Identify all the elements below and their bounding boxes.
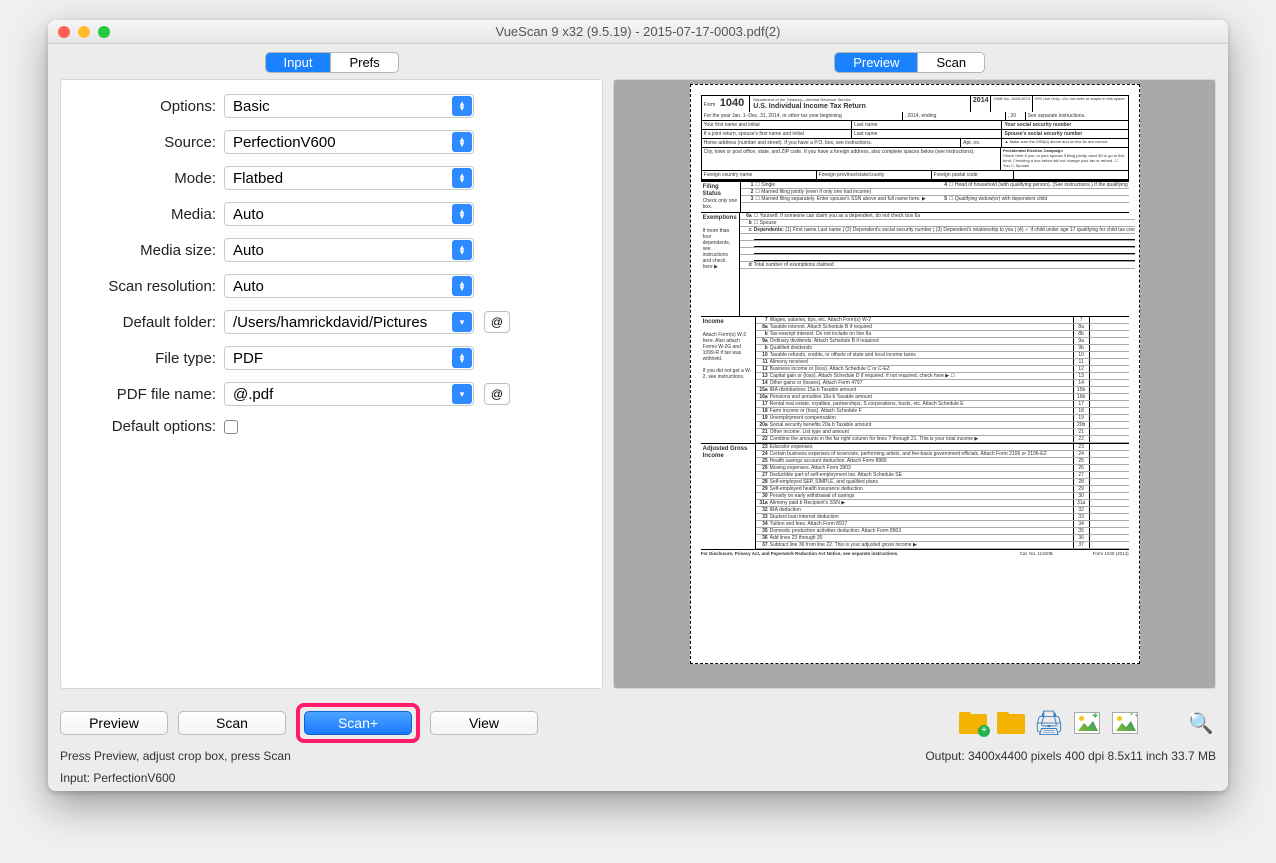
- form-line: 15aIRA distributions 15a b Taxable amoun…: [756, 387, 1129, 394]
- chevron-updown-icon: ▴▾: [452, 348, 472, 368]
- select-source[interactable]: PerfectionV600 ▴▾: [224, 130, 474, 154]
- form-line: 22Combine the amounts in the far right c…: [756, 436, 1129, 443]
- select-media[interactable]: Auto ▴▾: [224, 202, 474, 226]
- form-line: 31aAlimony paid b Recipient's SSN ▶31a: [756, 500, 1129, 507]
- select-file-type[interactable]: PDF ▴▾: [224, 346, 474, 370]
- preview-panel: Form 1040 Department of the Treasury—Int…: [613, 79, 1216, 689]
- app-window: VueScan 9 x32 (9.5.19) - 2015-07-17-0003…: [48, 20, 1228, 791]
- label-options: Options:: [69, 98, 224, 115]
- form-line: 19Unemployment compensation19: [756, 415, 1129, 422]
- form-line: 20aSocial security benefits 20a b Taxabl…: [756, 422, 1129, 429]
- tab-scan[interactable]: Scan: [918, 53, 984, 72]
- status-bar: Press Preview, adjust crop box, press Sc…: [48, 747, 1228, 769]
- form-line: 24Certain business expenses of reservist…: [756, 451, 1129, 458]
- label-file-type: File type:: [69, 350, 224, 367]
- form-line: 34Tuition and fees. Attach Form 891734: [756, 521, 1129, 528]
- label-scan-resolution: Scan resolution:: [69, 278, 224, 295]
- status-output: Output: 3400x4400 pixels 400 dpi 8.5x11 …: [925, 749, 1216, 763]
- browse-folder-button[interactable]: @: [484, 311, 510, 333]
- scan-plus-button[interactable]: Scan+: [304, 711, 412, 735]
- label-mode: Mode:: [69, 170, 224, 187]
- form-line: 27Deductible part of self-employment tax…: [756, 472, 1129, 479]
- form-line: 9aOrdinary dividends. Attach Schedule B …: [756, 338, 1129, 345]
- form-line: 36Add lines 23 through 3536: [756, 535, 1129, 542]
- rotate-right-icon[interactable]: ↷: [1110, 710, 1140, 736]
- right-panel-tabs: Preview Scan: [834, 52, 985, 73]
- tab-prefs[interactable]: Prefs: [331, 53, 397, 72]
- form-line: 35Domestic production activities deducti…: [756, 528, 1129, 535]
- form-line: bQualified dividends9b: [756, 345, 1129, 352]
- status-input: Input: PerfectionV600: [48, 769, 1228, 791]
- input-default-folder[interactable]: /Users/hamrickdavid/Pictures ▾: [224, 310, 474, 334]
- tutorial-highlight: Scan+: [296, 703, 420, 743]
- label-pdf-file-name: PDF file name:: [69, 386, 224, 403]
- filename-template-button[interactable]: @: [484, 383, 510, 405]
- form-line: 18Farm income or (loss). Attach Schedule…: [756, 408, 1129, 415]
- form-line: 12Business income or (loss). Attach Sche…: [756, 366, 1129, 373]
- scanned-page-preview: Form 1040 Department of the Treasury—Int…: [695, 89, 1135, 659]
- new-folder-icon[interactable]: +: [958, 710, 988, 736]
- form-line: 32IRA deduction32: [756, 507, 1129, 514]
- input-pdf-file-name[interactable]: @.pdf ▾: [224, 382, 474, 406]
- form-line: 30Penalty on early withdrawal of savings…: [756, 493, 1129, 500]
- form-line: 33Student loan interest deduction33: [756, 514, 1129, 521]
- select-options[interactable]: Basic ▴▾: [224, 94, 474, 118]
- label-default-options: Default options:: [69, 418, 224, 435]
- preview-button[interactable]: Preview: [60, 711, 168, 735]
- chevron-down-icon: ▾: [452, 312, 472, 332]
- form-line: 28Self-employed SEP, SIMPLE, and qualifi…: [756, 479, 1129, 486]
- chevron-down-icon: ▾: [452, 384, 472, 404]
- checkbox-default-options[interactable]: [224, 420, 238, 434]
- form-line: 8aTaxable interest. Attach Schedule B if…: [756, 324, 1129, 331]
- bottom-toolbar: Preview Scan Scan+ View + 🖨 ↶ ↷ 🔍: [48, 697, 1228, 747]
- tab-row: Input Prefs Preview Scan: [48, 44, 1228, 79]
- form-line: 21Other income. List type and amount21: [756, 429, 1129, 436]
- form-line: bTax-exempt interest. Do not include on …: [756, 331, 1129, 338]
- tab-input[interactable]: Input: [266, 53, 332, 72]
- titlebar: VueScan 9 x32 (9.5.19) - 2015-07-17-0003…: [48, 20, 1228, 44]
- options-panel: Options: Basic ▴▾ Source: PerfectionV600…: [60, 79, 603, 689]
- zoom-in-icon[interactable]: 🔍: [1186, 710, 1216, 736]
- form-line: 13Capital gain or (loss). Attach Schedul…: [756, 373, 1129, 380]
- form-line: 37Subtract line 36 from line 22. This is…: [756, 542, 1129, 549]
- form-line: 23Educator expenses23: [756, 444, 1129, 451]
- label-media: Media:: [69, 206, 224, 223]
- form-line: 14Other gains or (losses). Attach Form 4…: [756, 380, 1129, 387]
- select-scan-resolution[interactable]: Auto ▴▾: [224, 274, 474, 298]
- printer-icon[interactable]: 🖨: [1034, 710, 1064, 736]
- form-line: 25Health savings account deduction. Atta…: [756, 458, 1129, 465]
- label-media-size: Media size:: [69, 242, 224, 259]
- left-panel-tabs: Input Prefs: [265, 52, 399, 73]
- rotate-left-icon[interactable]: ↶: [1072, 710, 1102, 736]
- open-folder-icon[interactable]: [996, 710, 1026, 736]
- window-title: VueScan 9 x32 (9.5.19) - 2015-07-17-0003…: [48, 24, 1228, 39]
- form-line: 16aPensions and annuities 16a b Taxable …: [756, 394, 1129, 401]
- chevron-updown-icon: ▴▾: [452, 96, 472, 116]
- form-line: 29Self-employed health insurance deducti…: [756, 486, 1129, 493]
- status-hint: Press Preview, adjust crop box, press Sc…: [60, 749, 291, 763]
- chevron-updown-icon: ▴▾: [452, 132, 472, 152]
- chevron-updown-icon: ▴▾: [452, 168, 472, 188]
- form-line: 26Moving expenses. Attach Form 390326: [756, 465, 1129, 472]
- label-source: Source:: [69, 134, 224, 151]
- chevron-updown-icon: ▴▾: [452, 240, 472, 260]
- chevron-updown-icon: ▴▾: [452, 204, 472, 224]
- select-media-size[interactable]: Auto ▴▾: [224, 238, 474, 262]
- view-button[interactable]: View: [430, 711, 538, 735]
- form-line: 10Taxable refunds, credits, or offsets o…: [756, 352, 1129, 359]
- form-line: 7Wages, salaries, tips, etc. Attach Form…: [756, 317, 1129, 324]
- chevron-updown-icon: ▴▾: [452, 276, 472, 296]
- scan-button[interactable]: Scan: [178, 711, 286, 735]
- tab-preview[interactable]: Preview: [835, 53, 918, 72]
- form-line: 11Alimony received11: [756, 359, 1129, 366]
- form-line: 17Rental real estate, royalties, partner…: [756, 401, 1129, 408]
- crop-box[interactable]: Form 1040 Department of the Treasury—Int…: [690, 84, 1140, 664]
- select-mode[interactable]: Flatbed ▴▾: [224, 166, 474, 190]
- label-default-folder: Default folder:: [69, 314, 224, 331]
